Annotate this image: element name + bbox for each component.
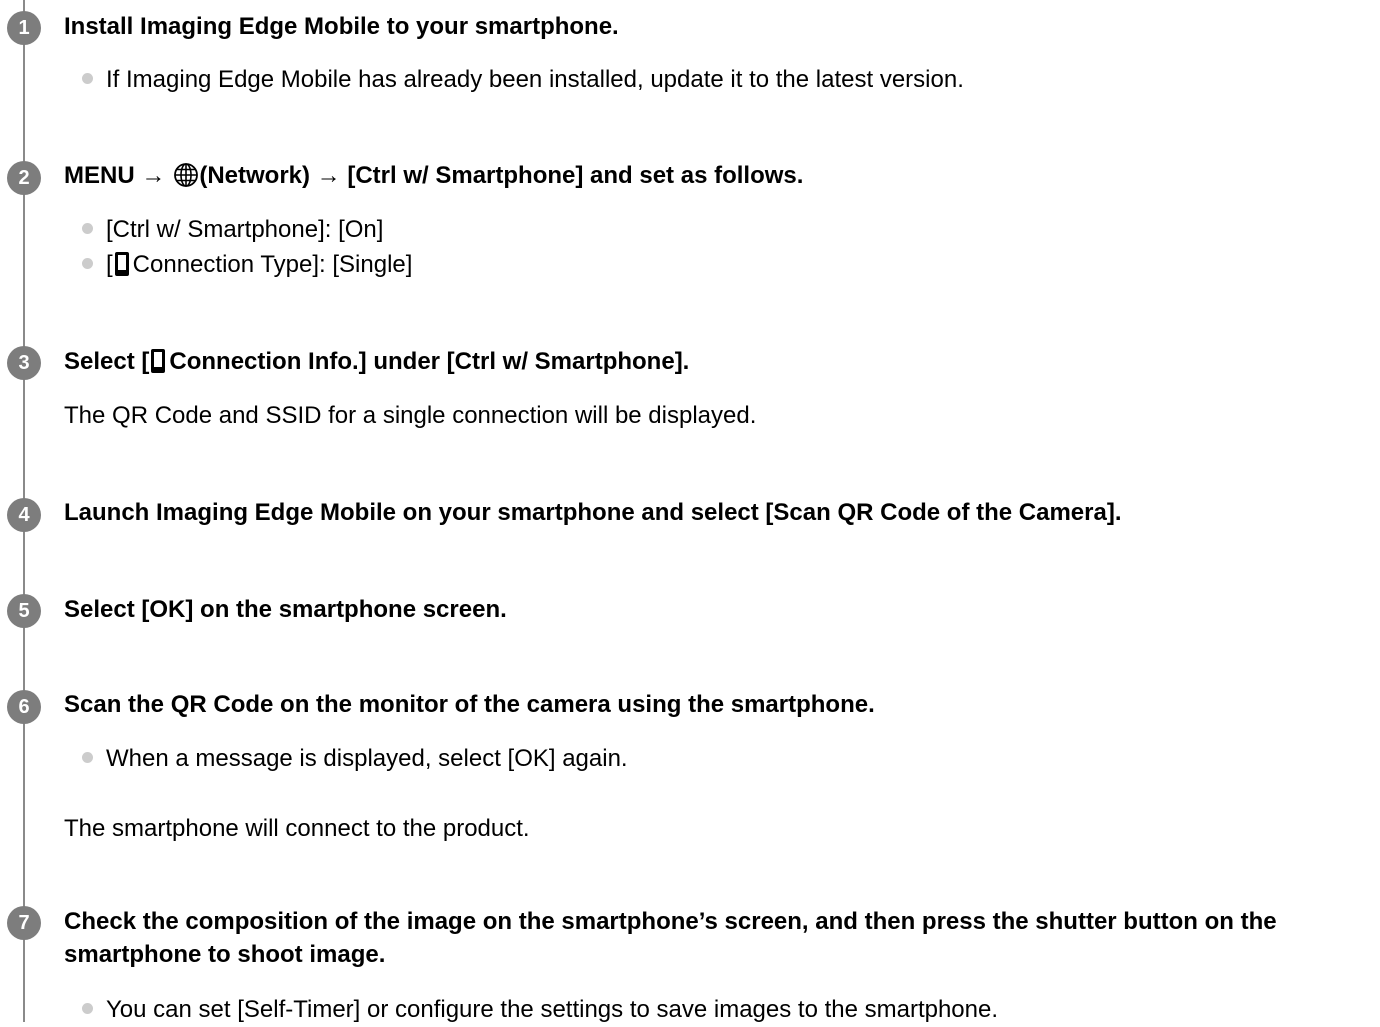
step-number-7: 7 (7, 906, 41, 940)
bullet-dot (82, 73, 93, 85)
step-2-bullet-1: [Ctrl w/ Smartphone]: [On] (82, 213, 383, 247)
step-title-2: MENU → (Network) → [Ctrl w/ Smartphone] … (64, 159, 803, 193)
step-number-3: 3 (7, 346, 41, 380)
step-6-paragraph: The smartphone will connect to the produ… (64, 815, 530, 842)
step-number-4: 4 (7, 498, 41, 532)
smartphone-icon (151, 348, 166, 373)
step-title-1: Install Imaging Edge Mobile to your smar… (64, 13, 619, 40)
bullet-text: When a message is displayed, select [OK]… (106, 745, 628, 772)
bullet-text: You can set [Self-Timer] or configure th… (106, 996, 999, 1023)
step-title-6: Scan the QR Code on the monitor of the c… (64, 691, 875, 718)
bullet-dot (82, 223, 93, 235)
bullet-text-prefix: [ (106, 251, 113, 278)
step-title-2-suffix: (Network) → [Ctrl w/ Smartphone] and set… (199, 162, 804, 189)
bullet-dot (82, 258, 93, 270)
step-title-5: Select [OK] on the smartphone screen. (64, 596, 507, 623)
step-title-3-suffix: Connection Info.] under [Ctrl w/ Smartph… (169, 348, 690, 375)
bullet-text-suffix: Connection Type]: [Single] (132, 251, 413, 278)
bullet-dot (82, 1003, 93, 1015)
smartphone-icon (114, 251, 129, 276)
instruction-page: 1 Install Imaging Edge Mobile to your sm… (0, 0, 1380, 1023)
step-1-bullet: If Imaging Edge Mobile has already been … (82, 63, 964, 97)
step-6-bullet: When a message is displayed, select [OK]… (82, 742, 628, 776)
step-2-bullet-2: [ Connection Type]: [Single] (82, 248, 412, 282)
step-number-5: 5 (7, 594, 41, 628)
bullet-text: If Imaging Edge Mobile has already been … (106, 66, 964, 93)
step-title-2-prefix: MENU → (64, 162, 166, 189)
step-3-paragraph: The QR Code and SSID for a single connec… (64, 402, 757, 429)
step-title-4: Launch Imaging Edge Mobile on your smart… (64, 499, 1122, 526)
step-title-3-prefix: Select [ (64, 348, 150, 375)
step-title-7: Check the composition of the image on th… (64, 908, 1277, 968)
globe-icon (174, 162, 199, 187)
step-number-6: 6 (7, 690, 41, 724)
bullet-dot (82, 752, 93, 764)
step-title-3: Select [ Connection Info.] under [Ctrl w/… (64, 345, 689, 379)
step-number-1: 1 (7, 11, 41, 45)
bullet-text: [Ctrl w/ Smartphone]: [On] (106, 216, 384, 243)
step-number-2: 2 (7, 161, 41, 195)
